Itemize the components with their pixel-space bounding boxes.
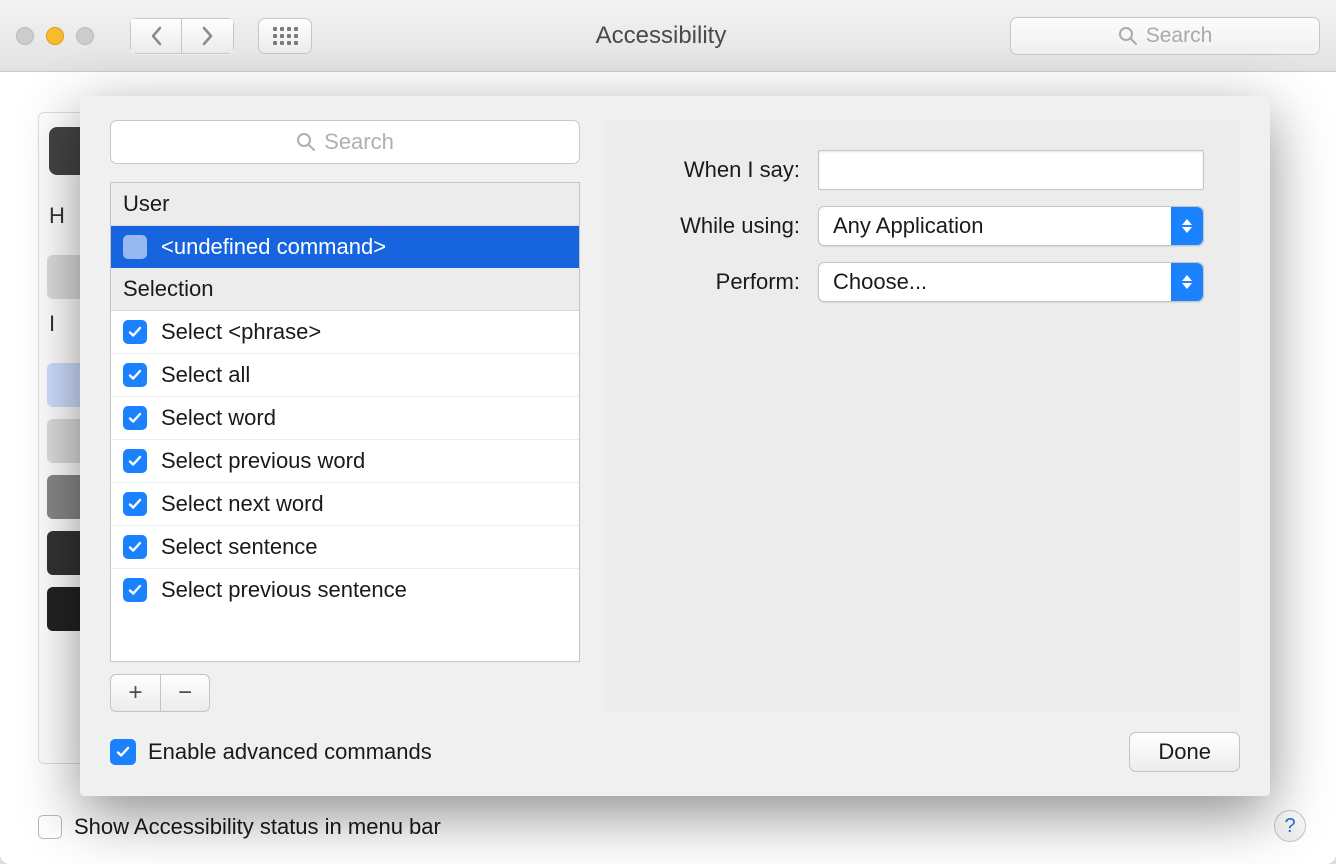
remove-command-button[interactable]: − xyxy=(160,675,209,711)
command-checkbox[interactable] xyxy=(123,492,147,516)
command-label: Select word xyxy=(161,405,276,431)
command-checkbox[interactable] xyxy=(123,235,147,259)
search-icon xyxy=(1118,26,1138,46)
minimize-window-button[interactable] xyxy=(46,27,64,45)
search-icon xyxy=(296,132,316,152)
command-checkbox[interactable] xyxy=(123,406,147,430)
check-icon xyxy=(127,410,143,426)
command-row[interactable]: Select word xyxy=(111,396,579,439)
while-using-value: Any Application xyxy=(819,213,1171,239)
show-all-button[interactable] xyxy=(258,18,312,54)
perform-label: Perform: xyxy=(640,269,800,295)
when-label: When I say: xyxy=(640,157,800,183)
status-menu-label: Show Accessibility status in menu bar xyxy=(74,814,441,840)
advanced-commands-label: Enable advanced commands xyxy=(148,739,432,765)
commands-search-placeholder: Search xyxy=(324,129,394,155)
nav-segment xyxy=(130,18,234,54)
group-header-selection: Selection xyxy=(111,268,579,311)
command-row[interactable]: Select next word xyxy=(111,482,579,525)
chevron-updown-icon xyxy=(1171,207,1203,245)
command-row[interactable]: Select previous word xyxy=(111,439,579,482)
command-checkbox[interactable] xyxy=(123,449,147,473)
status-menu-checkbox[interactable] xyxy=(38,815,62,839)
help-button[interactable]: ? xyxy=(1274,810,1306,842)
form-row-when: When I say: xyxy=(640,150,1204,190)
accessibility-window: Accessibility Search H I Show Accessibil… xyxy=(0,0,1336,864)
chevron-updown-icon xyxy=(1171,263,1203,301)
command-label: Select next word xyxy=(161,491,324,517)
perform-value: Choose... xyxy=(819,269,1171,295)
forward-button[interactable] xyxy=(182,18,234,54)
chevron-left-icon xyxy=(149,26,163,46)
command-row[interactable]: Select sentence xyxy=(111,525,579,568)
advanced-commands-row: Enable advanced commands xyxy=(110,739,432,765)
while-label: While using: xyxy=(640,213,800,239)
check-icon xyxy=(115,744,131,760)
command-checkbox[interactable] xyxy=(123,578,147,602)
group-header-user: User xyxy=(111,183,579,226)
form-row-while: While using: Any Application xyxy=(640,206,1204,246)
check-icon xyxy=(127,367,143,383)
command-checkbox[interactable] xyxy=(123,363,147,387)
advanced-commands-checkbox[interactable] xyxy=(110,739,136,765)
command-label: Select previous sentence xyxy=(161,577,407,603)
done-button[interactable]: Done xyxy=(1129,732,1240,772)
when-input[interactable] xyxy=(818,150,1204,190)
check-icon xyxy=(127,582,143,598)
command-row[interactable]: Select all xyxy=(111,353,579,396)
command-label: Select sentence xyxy=(161,534,318,560)
commands-search-field[interactable]: Search xyxy=(110,120,580,164)
commands-list[interactable]: User <undefined command> Selection Selec… xyxy=(110,182,580,662)
grid-icon xyxy=(273,27,298,45)
check-icon xyxy=(127,496,143,512)
command-label: Select all xyxy=(161,362,250,388)
sheet-top: Search User <undefined command> Selectio… xyxy=(110,120,1240,712)
command-label: Select <phrase> xyxy=(161,319,321,345)
traffic-lights xyxy=(16,27,94,45)
footer-row: Show Accessibility status in menu bar xyxy=(38,814,1298,840)
command-row[interactable]: Select previous sentence xyxy=(111,568,579,611)
check-icon xyxy=(127,324,143,340)
close-window-button[interactable] xyxy=(16,27,34,45)
toolbar-search-placeholder: Search xyxy=(1146,24,1213,48)
commands-sheet: Search User <undefined command> Selectio… xyxy=(80,96,1270,796)
question-icon: ? xyxy=(1284,815,1295,838)
content-area: H I Show Accessibility status in menu ba… xyxy=(0,72,1336,864)
titlebar: Accessibility Search xyxy=(0,0,1336,72)
command-row[interactable]: Select <phrase> xyxy=(111,311,579,353)
window-title: Accessibility xyxy=(324,22,998,50)
command-checkbox[interactable] xyxy=(123,320,147,344)
sheet-bottom: Enable advanced commands Done xyxy=(110,732,1240,772)
while-using-popup[interactable]: Any Application xyxy=(818,206,1204,246)
perform-popup[interactable]: Choose... xyxy=(818,262,1204,302)
zoom-window-button[interactable] xyxy=(76,27,94,45)
add-command-button[interactable]: + xyxy=(111,675,160,711)
command-detail-panel: When I say: While using: Any Application… xyxy=(604,120,1240,712)
commands-left-column: Search User <undefined command> Selectio… xyxy=(110,120,580,712)
command-label: Select previous word xyxy=(161,448,365,474)
form-row-perform: Perform: Choose... xyxy=(640,262,1204,302)
check-icon xyxy=(127,539,143,555)
toolbar-search-field[interactable]: Search xyxy=(1010,17,1320,55)
check-icon xyxy=(127,453,143,469)
command-checkbox[interactable] xyxy=(123,535,147,559)
command-row-undefined[interactable]: <undefined command> xyxy=(111,226,579,268)
chevron-right-icon xyxy=(201,26,215,46)
command-label: <undefined command> xyxy=(161,234,386,260)
back-button[interactable] xyxy=(130,18,182,54)
add-remove-segment: + − xyxy=(110,674,210,712)
